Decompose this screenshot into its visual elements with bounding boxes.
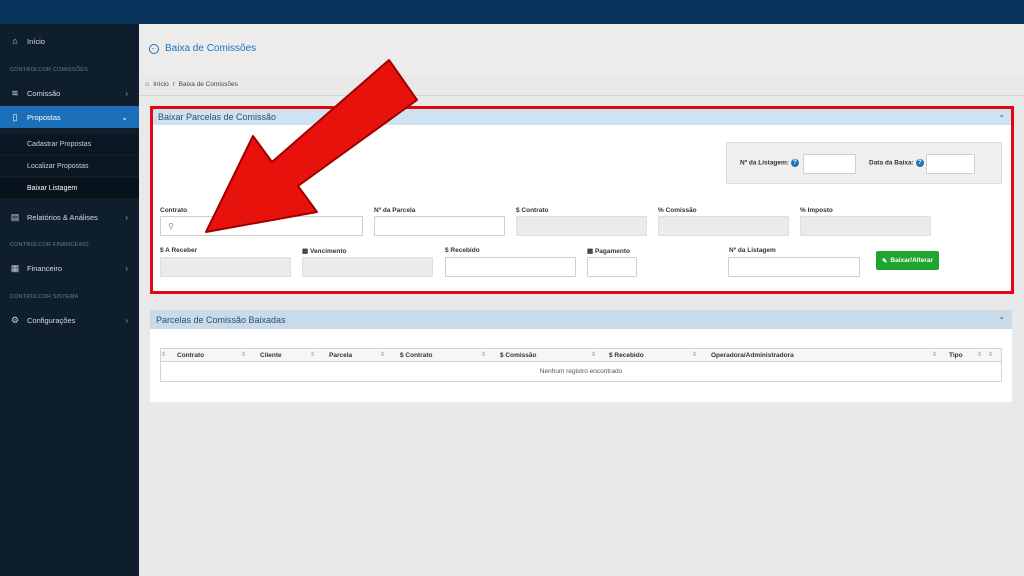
top-bar [0, 0, 1024, 24]
calculator-icon: ▦ [10, 262, 20, 273]
sidebar-item-label: Financeiro [27, 263, 63, 273]
sidebar-section-comissoes: CONTROLCOR COMISSÕES [10, 67, 88, 73]
sidebar-item-configuracoes[interactable]: ⚙ Configurações › [0, 309, 139, 331]
sidebar-subitem-baixar-listagem[interactable]: Baixar Listagem [0, 178, 139, 198]
sort-icon[interactable]: ⇕ [591, 351, 596, 358]
column-header-comissao[interactable]: $ Comissão [500, 349, 537, 361]
sidebar-item-relatorios[interactable]: ▤ Relatórios & Análises › [0, 206, 139, 228]
table-panel-title: Parcelas de Comissão Baixadas [156, 314, 286, 325]
divider [139, 95, 1024, 96]
column-header-operadora[interactable]: Operadora/Administradora [711, 349, 794, 361]
sort-icon[interactable]: ⇕ [977, 351, 982, 358]
sort-icon[interactable]: ⇕ [161, 351, 166, 358]
clipboard-icon: ▯ [12, 111, 18, 122]
sort-icon[interactable]: ⇕ [310, 351, 315, 358]
sidebar-subitem-label: Localizar Propostas [27, 162, 89, 170]
sidebar-section-sistema: CONTROLCOR SISTEMA [10, 294, 79, 300]
table-empty-row: Nenhum registro encontrado [160, 362, 1002, 382]
sidebar-item-inicio[interactable]: ⌂ Início [0, 30, 139, 52]
chevron-down-icon[interactable]: ⌄ [998, 312, 1005, 321]
table-header: ⇕ Contrato ⇕ Cliente ⇕ Parcela ⇕ $ Contr… [160, 348, 1002, 362]
sidebar-item-label: Propostas [27, 112, 61, 122]
sidebar-subitem-label: Baixar Listagem [27, 184, 78, 192]
sidebar-item-propostas[interactable]: ▯ Propostas ⌄ [0, 106, 139, 128]
gear-icon: ⚙ [10, 314, 20, 325]
column-header-tipo[interactable]: Tipo [949, 349, 963, 361]
report-icon: ▤ [10, 211, 20, 222]
chevron-right-icon: › [125, 88, 128, 98]
sidebar-item-label: Comissão [27, 88, 61, 98]
sidebar-item-label: Início [27, 36, 45, 46]
page-title: ← Baixa de Comissões [149, 43, 256, 54]
sort-icon[interactable]: ⇕ [988, 351, 993, 358]
sidebar-item-financeiro[interactable]: ▦ Financeiro › [0, 257, 139, 279]
breadcrumb-home[interactable]: Início [153, 81, 169, 88]
sidebar-section-financeiro: CONTROLCOR FINANCEIRO [10, 242, 89, 248]
home-icon: ⌂ [12, 36, 18, 46]
column-header-parcela[interactable]: Parcela [329, 349, 352, 361]
chevron-right-icon: › [125, 315, 128, 325]
sort-icon[interactable]: ⇕ [241, 351, 246, 358]
sidebar-item-label: Relatórios & Análises [27, 212, 98, 222]
page-header: ← Baixa de Comissões [139, 24, 1024, 75]
chevron-right-icon: › [125, 212, 128, 222]
back-arrow-icon[interactable]: ← [149, 43, 159, 54]
highlight-frame [150, 106, 1014, 294]
chevron-right-icon: › [125, 263, 128, 273]
sidebar-subitem-localizar-propostas[interactable]: Localizar Propostas [0, 156, 139, 176]
sidebar-item-comissao[interactable]: ≋ Comissão › [0, 82, 139, 104]
sidebar-subitem-cadastrar-propostas[interactable]: Cadastrar Propostas [0, 134, 139, 154]
page-title-text: Baixa de Comissões [165, 43, 257, 54]
breadcrumb: ⌂ Início / Baixa de Comissões [145, 81, 238, 88]
sort-icon[interactable]: ⇕ [692, 351, 697, 358]
column-header-valor-contrato[interactable]: $ Contrato [400, 349, 433, 361]
sidebar-item-label: Configurações [27, 315, 76, 325]
home-icon: ⌂ [145, 81, 150, 88]
sidebar-subitem-label: Cadastrar Propostas [27, 140, 92, 148]
sort-icon[interactable]: ⇕ [932, 351, 937, 358]
column-header-recebido[interactable]: $ Recebido [609, 349, 644, 361]
layers-icon: ≋ [11, 87, 19, 98]
sort-icon[interactable]: ⇕ [481, 351, 486, 358]
column-header-cliente[interactable]: Cliente [260, 349, 282, 361]
chevron-down-icon: ⌄ [121, 112, 128, 122]
breadcrumb-current: Baixa de Comissões [178, 81, 238, 88]
sort-icon[interactable]: ⇕ [380, 351, 385, 358]
column-header-contrato[interactable]: Contrato [177, 349, 204, 361]
table-panel-header: Parcelas de Comissão Baixadas ⌄ [150, 310, 1012, 329]
sidebar: ⌂ Início CONTROLCOR COMISSÕES ≋ Comissão… [0, 24, 139, 576]
breadcrumb-separator: / [172, 81, 175, 88]
